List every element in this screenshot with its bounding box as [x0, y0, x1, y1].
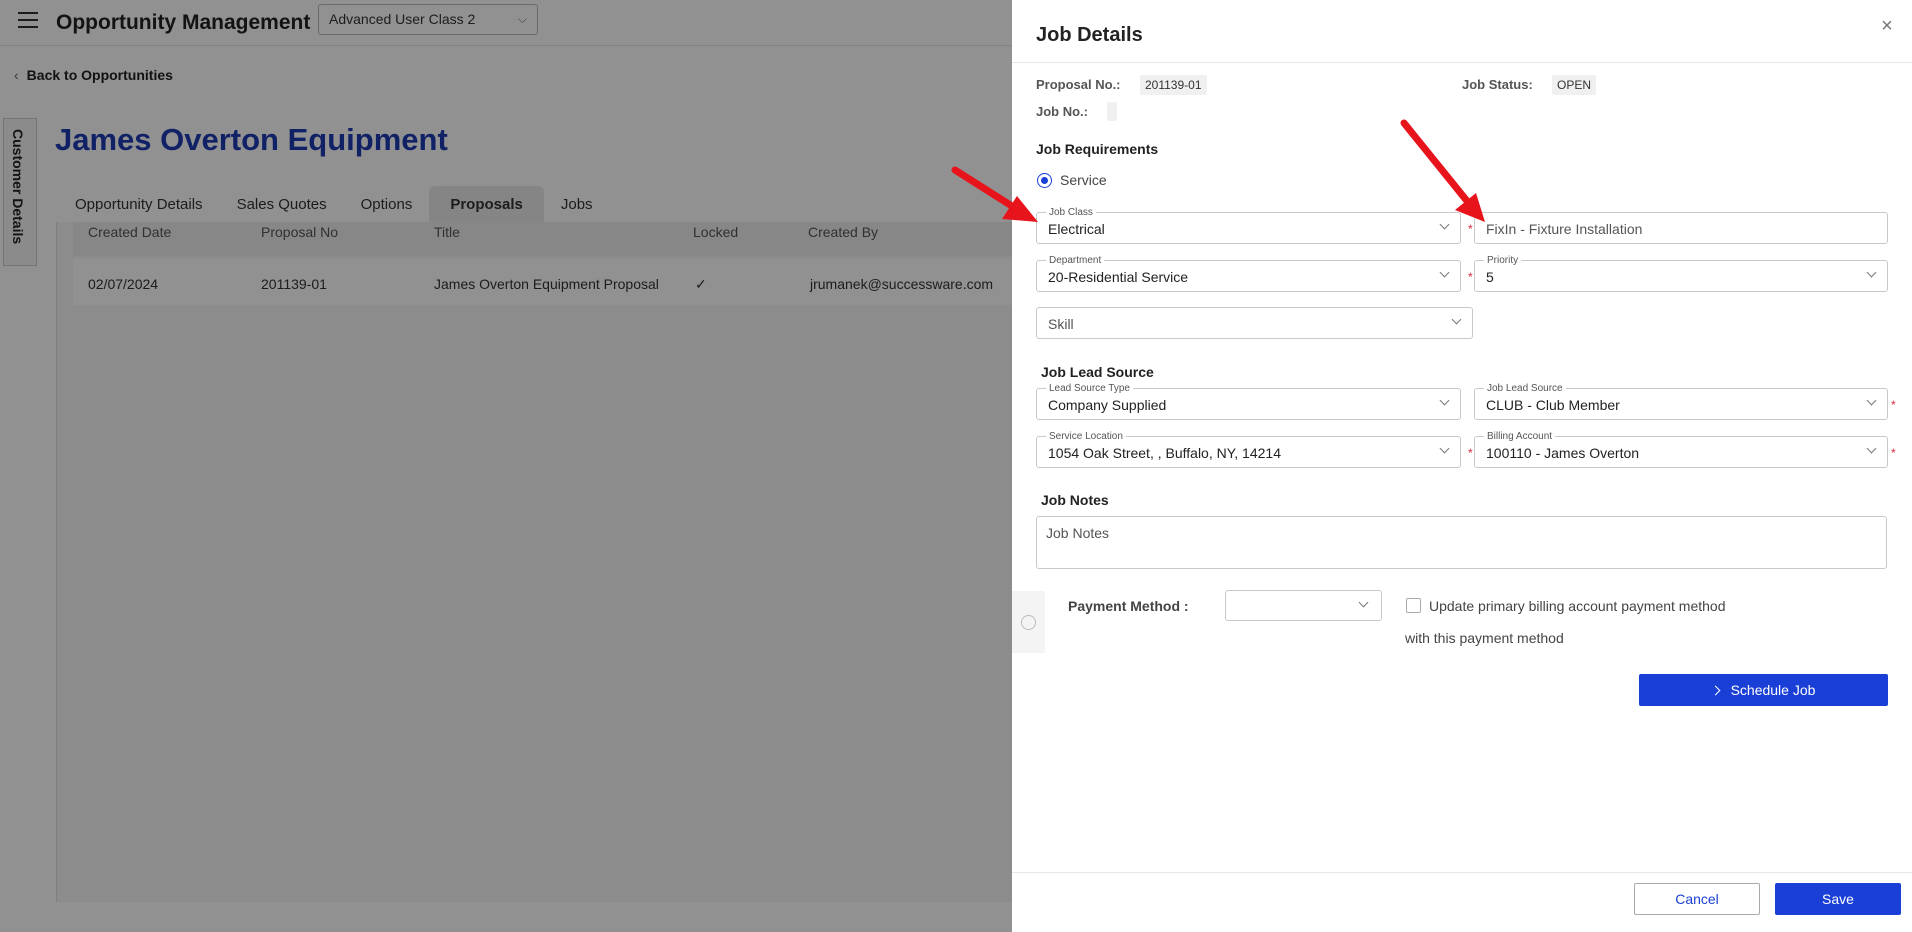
priority-select[interactable]: Priority 5 — [1474, 255, 1888, 292]
job-details-drawer: Job Details × Proposal No.: 201139-01 Jo… — [1012, 0, 1912, 932]
service-location-value: 1054 Oak Street, , Buffalo, NY, 14214 — [1048, 445, 1281, 461]
chevron-down-icon — [1452, 316, 1462, 326]
payment-option-panel — [1012, 591, 1045, 653]
job-lead-source-title: Job Lead Source — [1041, 364, 1154, 380]
lead-source-type-value: Company Supplied — [1048, 397, 1167, 413]
lead-source-type-select[interactable]: Lead Source Type Company Supplied — [1036, 383, 1461, 420]
billing-account-value: 100110 - James Overton — [1486, 445, 1640, 461]
job-type-field[interactable]: FixIn - Fixture Installation — [1474, 212, 1888, 244]
department-value: 20-Residential Service — [1048, 269, 1189, 285]
billing-account-label: Billing Account — [1484, 431, 1556, 442]
chevron-down-icon — [1440, 445, 1450, 455]
required-marker: * — [1468, 222, 1473, 236]
update-payment-text: Update primary billing account payment m… — [1429, 598, 1726, 614]
update-payment-text-cont: with this payment method — [1405, 630, 1564, 646]
divider — [1012, 872, 1912, 873]
priority-value: 5 — [1486, 269, 1494, 285]
chevron-down-icon — [1440, 221, 1450, 231]
save-button[interactable]: Save — [1775, 883, 1901, 915]
chevron-right-icon — [1710, 685, 1721, 696]
job-lead-source-value: CLUB - Club Member — [1486, 397, 1620, 413]
job-status-label: Job Status: — [1462, 77, 1533, 92]
job-no-value — [1107, 102, 1117, 121]
job-notes-placeholder: Job Notes — [1046, 525, 1110, 541]
job-class-label: Job Class — [1046, 207, 1096, 218]
department-select[interactable]: Department 20-Residential Service — [1036, 255, 1461, 292]
required-marker: * — [1891, 398, 1896, 412]
job-class-select[interactable]: Job Class Electrical — [1036, 207, 1461, 244]
skill-select[interactable]: Skill — [1036, 307, 1473, 339]
chevron-down-icon — [1867, 445, 1877, 455]
chevron-down-icon — [1867, 269, 1877, 279]
job-lead-source-label: Job Lead Source — [1484, 383, 1566, 394]
priority-label: Priority — [1484, 255, 1522, 266]
job-type-value: FixIn - Fixture Installation — [1486, 221, 1643, 237]
payment-radio[interactable] — [1021, 615, 1036, 630]
update-payment-checkbox[interactable] — [1406, 598, 1421, 613]
required-marker: * — [1468, 270, 1473, 284]
chevron-down-icon — [1440, 269, 1450, 279]
skill-placeholder: Skill — [1048, 316, 1074, 332]
job-lead-source-select[interactable]: Job Lead Source CLUB - Club Member — [1474, 383, 1888, 420]
job-no-label: Job No.: — [1036, 104, 1088, 119]
drawer-title: Job Details — [1036, 24, 1143, 46]
payment-method-label: Payment Method : — [1068, 598, 1189, 614]
required-marker: * — [1891, 446, 1896, 460]
job-notes-title: Job Notes — [1041, 492, 1109, 508]
proposal-no-label: Proposal No.: — [1036, 77, 1121, 92]
proposal-no-value: 201139-01 — [1140, 75, 1207, 95]
service-radio[interactable] — [1037, 173, 1052, 188]
service-location-select[interactable]: Service Location 1054 Oak Street, , Buff… — [1036, 431, 1461, 468]
job-notes-textarea[interactable]: Job Notes — [1036, 516, 1887, 569]
chevron-down-icon — [1867, 397, 1877, 407]
job-class-value: Electrical — [1048, 221, 1105, 237]
chevron-down-icon — [1359, 599, 1369, 609]
service-radio-label: Service — [1060, 172, 1107, 188]
billing-account-select[interactable]: Billing Account 100110 - James Overton — [1474, 431, 1888, 468]
job-requirements-title: Job Requirements — [1036, 141, 1159, 157]
service-location-label: Service Location — [1046, 431, 1126, 442]
lead-source-type-label: Lead Source Type — [1046, 383, 1133, 394]
close-icon[interactable]: × — [1877, 16, 1897, 36]
chevron-down-icon — [1440, 397, 1450, 407]
divider — [1012, 62, 1912, 63]
job-status-value: OPEN — [1552, 75, 1597, 95]
required-marker: * — [1468, 446, 1473, 460]
schedule-job-button[interactable]: Schedule Job — [1639, 674, 1888, 706]
modal-backdrop[interactable] — [0, 0, 1012, 932]
schedule-job-label: Schedule Job — [1730, 682, 1816, 698]
cancel-button[interactable]: Cancel — [1634, 883, 1760, 915]
department-label: Department — [1046, 255, 1105, 266]
payment-method-select[interactable] — [1225, 590, 1382, 621]
